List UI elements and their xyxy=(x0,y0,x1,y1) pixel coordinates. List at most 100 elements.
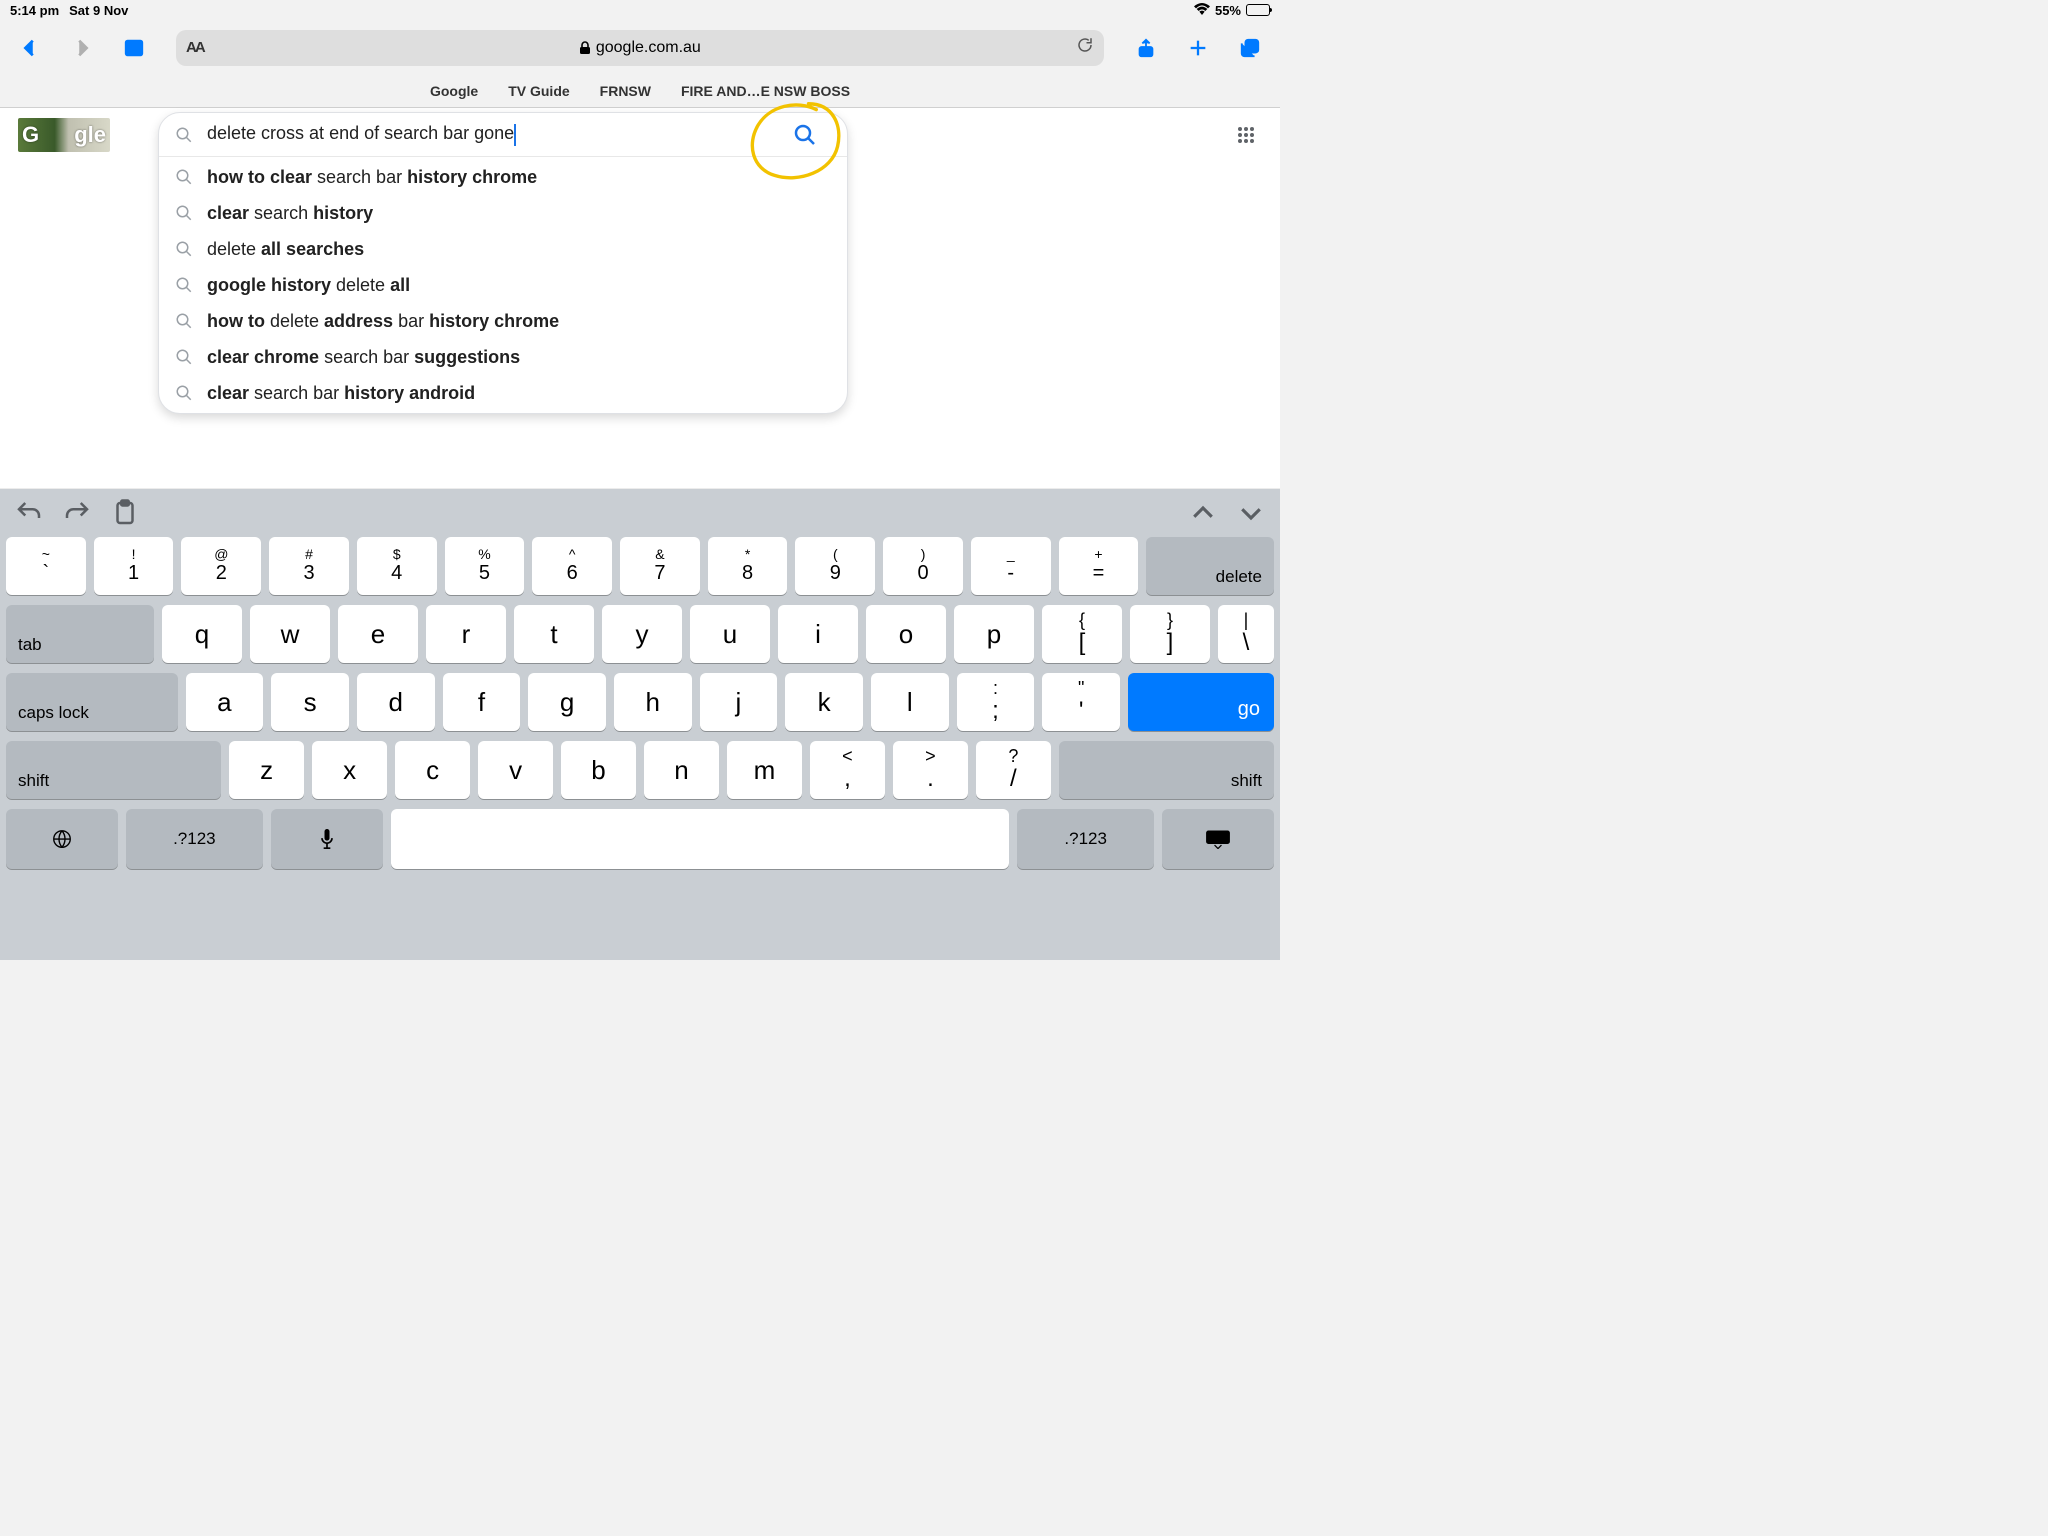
favorite-link[interactable]: FIRE AND…E NSW BOSS xyxy=(681,83,850,99)
search-submit-button[interactable] xyxy=(793,123,817,147)
key-0[interactable]: )0 xyxy=(883,537,963,595)
key-b[interactable]: b xyxy=(561,741,636,799)
paste-button[interactable] xyxy=(110,498,140,528)
key-globe[interactable] xyxy=(6,809,118,869)
search-suggestion[interactable]: clear search bar history android xyxy=(159,375,847,411)
key-punct[interactable]: :; xyxy=(957,673,1035,731)
key-space[interactable] xyxy=(391,809,1009,869)
search-suggestion[interactable]: clear search history xyxy=(159,195,847,231)
key-numbers[interactable]: .?123 xyxy=(1017,809,1154,869)
text-size-button[interactable]: AA xyxy=(186,39,204,56)
key-l[interactable]: l xyxy=(871,673,949,731)
key-5[interactable]: %5 xyxy=(445,537,525,595)
key-y[interactable]: y xyxy=(602,605,682,663)
key-n[interactable]: n xyxy=(644,741,719,799)
key-r[interactable]: r xyxy=(426,605,506,663)
key-4[interactable]: $4 xyxy=(357,537,437,595)
search-suggestion[interactable]: delete all searches xyxy=(159,231,847,267)
key-g[interactable]: g xyxy=(528,673,606,731)
key-punct[interactable]: >. xyxy=(893,741,968,799)
key-capslock[interactable]: caps lock xyxy=(6,673,178,731)
favorite-link[interactable]: TV Guide xyxy=(508,83,569,99)
key-x[interactable]: x xyxy=(312,741,387,799)
back-button[interactable] xyxy=(10,28,50,68)
bookmarks-button[interactable] xyxy=(114,28,154,68)
search-suggestion[interactable]: clear chrome search bar suggestions xyxy=(159,339,847,375)
key-punct[interactable]: ?/ xyxy=(976,741,1051,799)
status-bar: 5:14 pm Sat 9 Nov 55% xyxy=(0,0,1280,20)
search-input[interactable]: delete cross at end of search bar gone xyxy=(207,123,793,145)
key-`[interactable]: ~` xyxy=(6,537,86,595)
favorite-link[interactable]: Google xyxy=(430,83,478,99)
key-tab[interactable]: tab xyxy=(6,605,154,663)
key-t[interactable]: t xyxy=(514,605,594,663)
key-w[interactable]: w xyxy=(250,605,330,663)
url-display: google.com.au xyxy=(212,39,1068,57)
new-tab-button[interactable] xyxy=(1178,28,1218,68)
search-suggestion[interactable]: google history delete all xyxy=(159,267,847,303)
key-shift[interactable]: shift xyxy=(1059,741,1274,799)
key-e[interactable]: e xyxy=(338,605,418,663)
key-q[interactable]: q xyxy=(162,605,242,663)
key-3[interactable]: #3 xyxy=(269,537,349,595)
search-icon xyxy=(175,126,193,144)
key-v[interactable]: v xyxy=(478,741,553,799)
key-a[interactable]: a xyxy=(186,673,264,731)
tabs-button[interactable] xyxy=(1230,28,1270,68)
key-k[interactable]: k xyxy=(785,673,863,731)
key-s[interactable]: s xyxy=(271,673,349,731)
search-box: delete cross at end of search bar gone h… xyxy=(158,112,848,414)
key-c[interactable]: c xyxy=(395,741,470,799)
key-punct[interactable]: <, xyxy=(810,741,885,799)
key-p[interactable]: p xyxy=(954,605,1034,663)
keyboard-up-button[interactable] xyxy=(1188,498,1218,528)
search-suggestions: how to clear search bar history chromecl… xyxy=(159,157,847,413)
key-dismiss-keyboard[interactable] xyxy=(1162,809,1274,869)
key-dictate[interactable] xyxy=(271,809,383,869)
search-suggestion[interactable]: how to clear search bar history chrome xyxy=(159,159,847,195)
key-z[interactable]: z xyxy=(229,741,304,799)
key-punct[interactable]: {[ xyxy=(1042,605,1122,663)
keyboard-toolbar xyxy=(0,489,1280,537)
forward-button[interactable] xyxy=(62,28,102,68)
google-apps-icon[interactable] xyxy=(1237,126,1257,146)
reload-button[interactable] xyxy=(1076,36,1094,59)
key-m[interactable]: m xyxy=(727,741,802,799)
key-punct[interactable]: "' xyxy=(1042,673,1120,731)
undo-button[interactable] xyxy=(14,498,44,528)
favorites-bar: Google TV Guide FRNSW FIRE AND…E NSW BOSS xyxy=(0,75,1280,107)
key-punct[interactable]: }] xyxy=(1130,605,1210,663)
status-time: 5:14 pm xyxy=(10,3,59,18)
key-=[interactable]: += xyxy=(1059,537,1139,595)
key-8[interactable]: *8 xyxy=(708,537,788,595)
key-j[interactable]: j xyxy=(700,673,778,731)
key-go[interactable]: go xyxy=(1128,673,1274,731)
search-suggestion[interactable]: how to delete address bar history chrome xyxy=(159,303,847,339)
key-6[interactable]: ^6 xyxy=(532,537,612,595)
safari-toolbar: AA google.com.au xyxy=(0,20,1280,75)
key-2[interactable]: @2 xyxy=(181,537,261,595)
key--[interactable]: _- xyxy=(971,537,1051,595)
lock-icon xyxy=(579,41,591,55)
redo-button[interactable] xyxy=(62,498,92,528)
key-u[interactable]: u xyxy=(690,605,770,663)
key-d[interactable]: d xyxy=(357,673,435,731)
key-punct[interactable]: |\ xyxy=(1218,605,1274,663)
key-i[interactable]: i xyxy=(778,605,858,663)
key-f[interactable]: f xyxy=(443,673,521,731)
search-icon xyxy=(175,204,193,222)
key-7[interactable]: &7 xyxy=(620,537,700,595)
key-o[interactable]: o xyxy=(866,605,946,663)
google-doodle-logo[interactable]: G gle xyxy=(18,118,110,152)
address-bar[interactable]: AA google.com.au xyxy=(176,30,1104,66)
key-9[interactable]: (9 xyxy=(795,537,875,595)
keyboard-down-button[interactable] xyxy=(1236,498,1266,528)
key-delete[interactable]: delete xyxy=(1146,537,1274,595)
favorite-link[interactable]: FRNSW xyxy=(600,83,651,99)
share-button[interactable] xyxy=(1126,28,1166,68)
key-1[interactable]: !1 xyxy=(94,537,174,595)
key-h[interactable]: h xyxy=(614,673,692,731)
key-numbers[interactable]: .?123 xyxy=(126,809,263,869)
search-icon xyxy=(175,168,193,186)
key-shift[interactable]: shift xyxy=(6,741,221,799)
